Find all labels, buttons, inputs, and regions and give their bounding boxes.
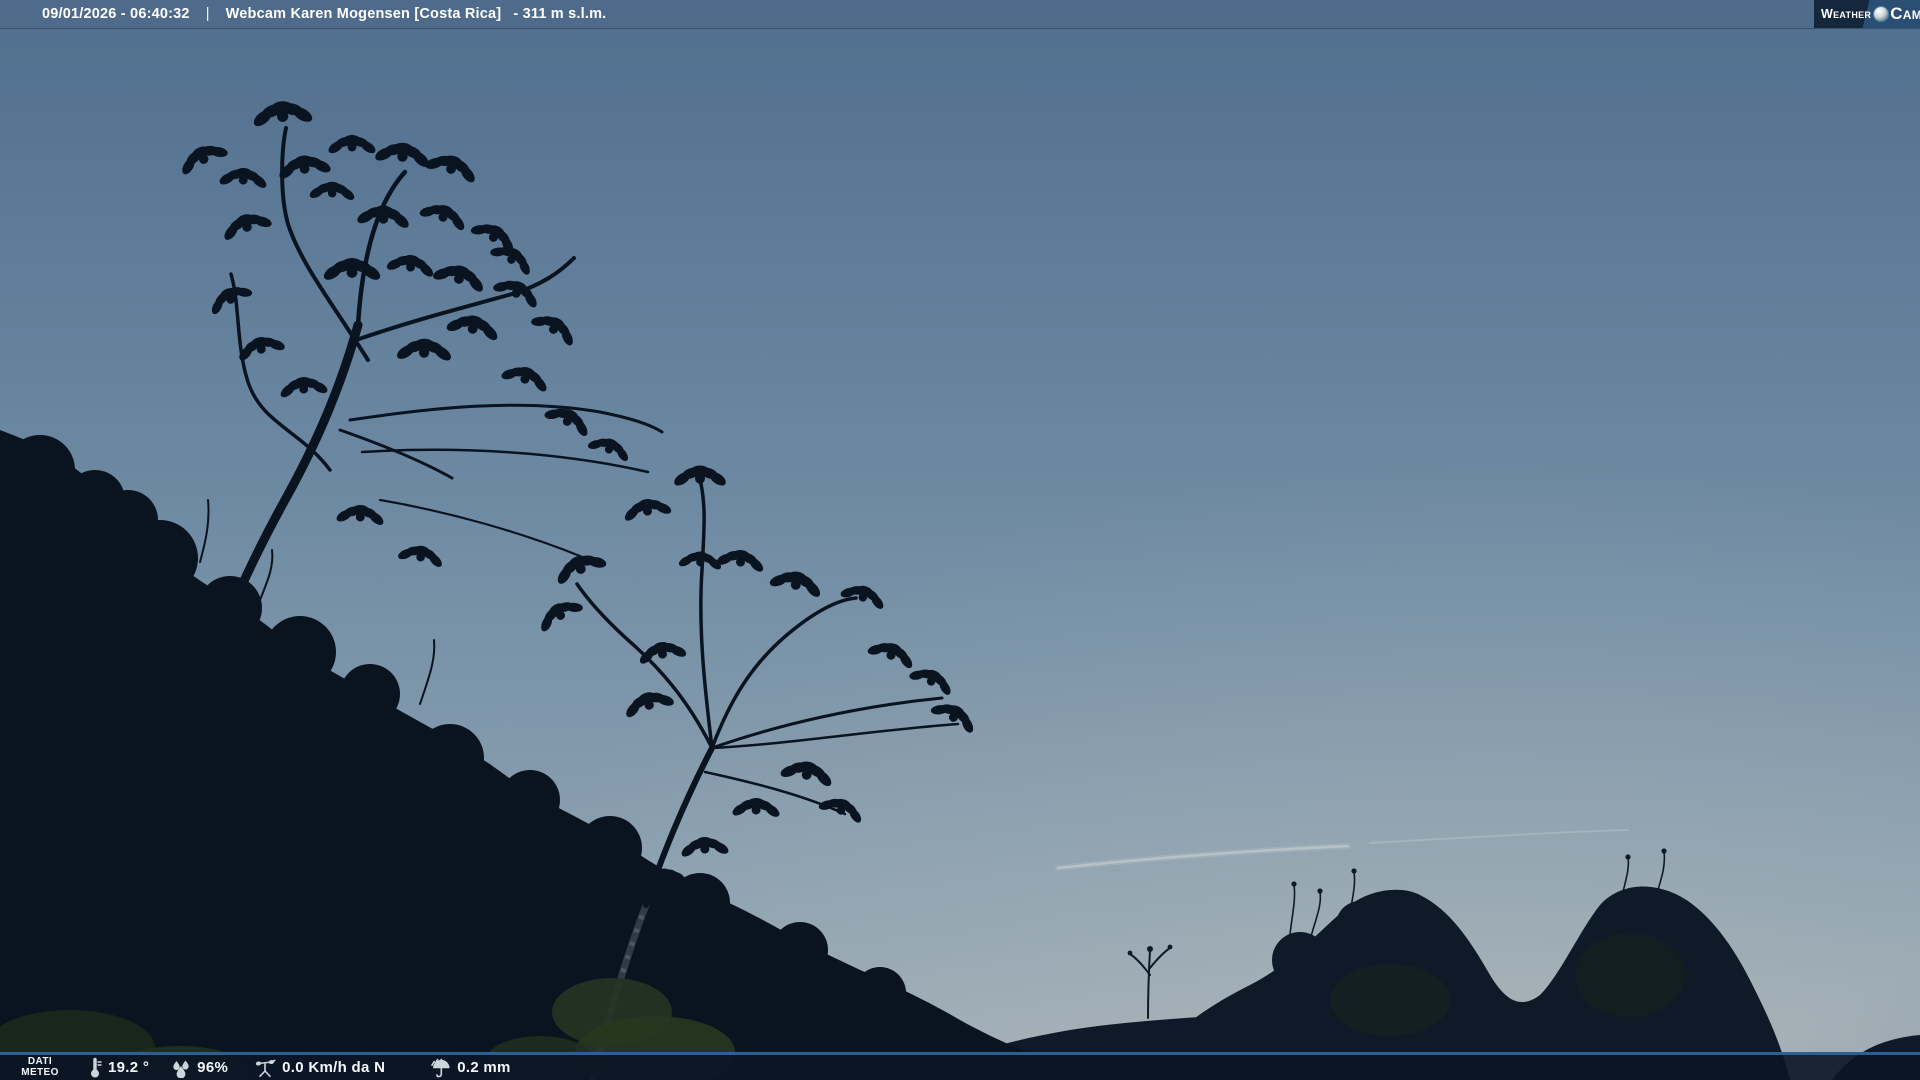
dati-meteo-label: DATI METEO [0,1057,80,1078]
weather-data-bar: DATI METEO 19.2 ° 96% [0,1052,1920,1080]
wind-value: 0.0 Km/h da N [282,1059,385,1076]
webcam-viewport: 09/01/2026 - 06:40:32 | Webcam Karen Mog… [0,0,1920,1080]
altitude-text: - 311 m s.l.m. [513,6,606,22]
temperature-metric: 19.2 ° [88,1057,149,1079]
weathercam-logo[interactable]: Weather Cam [1814,0,1920,28]
vignette [0,0,1920,1080]
thermometer-icon [88,1057,102,1079]
top-info-bar: 09/01/2026 - 06:40:32 | Webcam Karen Mog… [0,0,1920,28]
logo-weather-text: Weather [1821,7,1871,21]
dati-line1: DATI [0,1057,80,1068]
webcam-caption: 09/01/2026 - 06:40:32 | Webcam Karen Mog… [0,6,606,22]
rain-umbrella-icon [431,1058,451,1078]
dati-line2: METEO [0,1068,80,1079]
anemometer-icon [254,1058,276,1078]
temperature-value: 19.2 ° [108,1059,149,1076]
caption-separator: | [206,6,210,22]
rain-metric: 0.2 mm [431,1058,511,1078]
webcam-title: Webcam Karen Mogensen [Costa Rica] [226,6,502,22]
logo-cam-text: Cam [1890,4,1920,24]
rain-value: 0.2 mm [457,1059,511,1076]
webcam-photo [0,0,1920,1080]
datetime-text: 09/01/2026 - 06:40:32 [42,6,190,22]
wind-metric: 0.0 Km/h da N [254,1058,385,1078]
humidity-value: 96% [197,1059,228,1076]
humidity-metric: 96% [171,1058,228,1078]
humidity-drops-icon [171,1058,191,1078]
